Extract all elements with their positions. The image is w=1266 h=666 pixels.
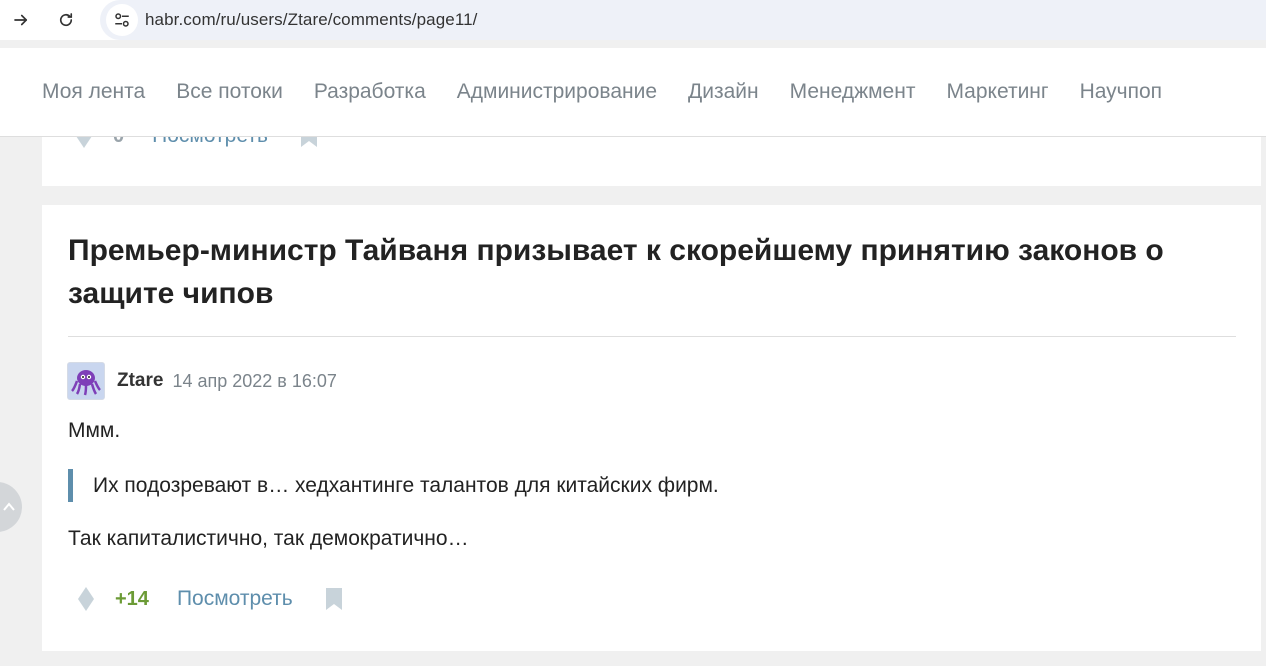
reload-icon[interactable] bbox=[52, 6, 80, 34]
comment-quote: Их подозревают в… хедхантинге талантов д… bbox=[68, 469, 719, 502]
chevron-up-icon bbox=[3, 502, 15, 511]
comment-author-row: Ztare 14 апр 2022 в 16:07 bbox=[67, 362, 337, 400]
site-info-icon[interactable] bbox=[106, 4, 138, 36]
flow-design[interactable]: Дизайн bbox=[688, 80, 759, 104]
flow-marketing[interactable]: Маркетинг bbox=[946, 80, 1048, 104]
browser-toolbar: habr.com/ru/users/Ztare/comments/page11/ bbox=[0, 0, 1266, 40]
flow-administration[interactable]: Администрирование bbox=[457, 80, 657, 104]
forward-arrow-icon[interactable] bbox=[7, 6, 35, 34]
comment-date[interactable]: 14 апр 2022 в 16:07 bbox=[172, 371, 336, 392]
bookmark-icon[interactable] bbox=[323, 586, 345, 612]
octopus-avatar-icon bbox=[68, 363, 104, 399]
flow-my-feed[interactable]: Моя лента bbox=[42, 80, 145, 104]
flow-all[interactable]: Все потоки bbox=[176, 80, 283, 104]
flow-popsci[interactable]: Научпоп bbox=[1080, 80, 1162, 104]
author-name[interactable]: Ztare bbox=[117, 370, 163, 392]
vote-diamond-icon[interactable] bbox=[76, 585, 96, 613]
flow-development[interactable]: Разработка bbox=[314, 80, 426, 104]
comment-text-line-2: Так капиталистично, так демократично… bbox=[68, 527, 469, 550]
comment-score: +14 bbox=[115, 587, 149, 610]
flows-nav: Моя лента Все потоки Разработка Админист… bbox=[42, 80, 1193, 104]
scroll-side-button[interactable] bbox=[0, 482, 22, 532]
flow-management[interactable]: Менеджмент bbox=[790, 80, 916, 104]
avatar[interactable] bbox=[67, 362, 105, 400]
comment-actions: +14 Посмотреть bbox=[76, 585, 345, 613]
url-text[interactable]: habr.com/ru/users/Ztare/comments/page11/ bbox=[145, 10, 478, 30]
address-bar[interactable]: habr.com/ru/users/Ztare/comments/page11/ bbox=[100, 0, 1266, 40]
habr-flows-header: Моя лента Все потоки Разработка Админист… bbox=[0, 48, 1266, 137]
divider bbox=[68, 336, 1236, 337]
comment-text-line-1: Ммм. bbox=[68, 419, 121, 442]
publication-title[interactable]: Премьер-министр Тайваня призывает к скор… bbox=[68, 229, 1228, 315]
view-link[interactable]: Посмотреть bbox=[177, 587, 293, 611]
comment-card: Премьер-министр Тайваня призывает к скор… bbox=[42, 205, 1261, 651]
